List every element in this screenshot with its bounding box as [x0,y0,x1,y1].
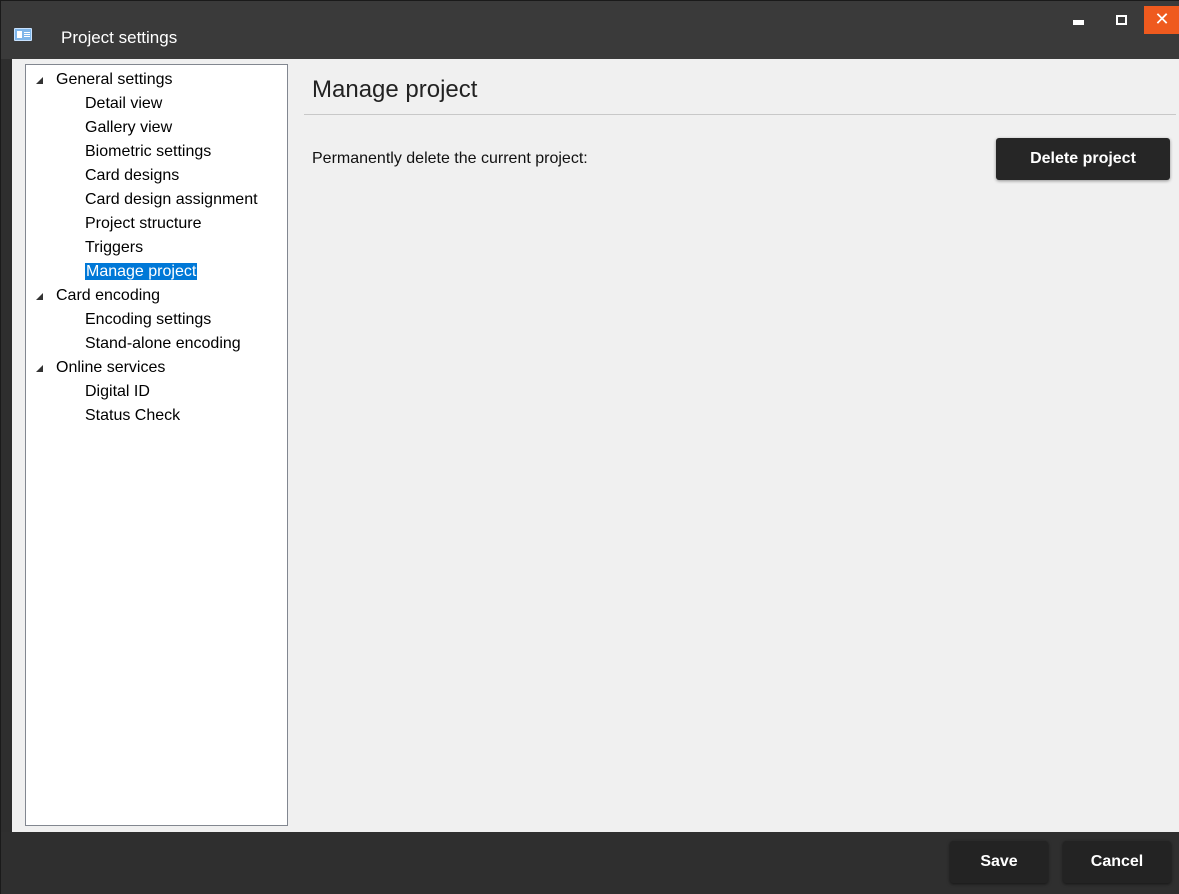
tree-item-label: Status Check [85,407,181,424]
tree-group-label: General settings [56,71,173,88]
tree-item-stand-alone-encoding[interactable]: Stand-alone encoding [26,332,287,356]
maximize-icon [1115,15,1127,25]
tree-item-card-design-assignment[interactable]: Card design assignment [26,188,287,212]
dialog-footer: Save Cancel [1,832,1179,894]
tree-item-label: Digital ID [85,383,150,400]
tree-item-label: Card designs [85,167,180,184]
tree-item-label: Project structure [85,215,202,232]
tree-item-gallery-view[interactable]: Gallery view [26,116,287,140]
expand-arrow-icon[interactable] [36,365,43,372]
tree-item-triggers[interactable]: Triggers [26,236,287,260]
tree-group-online-services[interactable]: Online services [26,356,287,380]
tree-item-label-selected: Manage project [85,263,198,280]
maximize-button[interactable] [1105,6,1137,34]
tree-item-label: Gallery view [85,119,173,136]
tree-group-label: Online services [56,359,166,376]
content-area: General settings Detail view Gallery vie… [12,59,1179,832]
tree-item-label: Stand-alone encoding [85,335,241,352]
tree-group-card-encoding[interactable]: Card encoding [26,284,287,308]
expand-arrow-icon[interactable] [36,293,43,300]
tree-group-label: Card encoding [56,287,161,304]
tree-item-encoding-settings[interactable]: Encoding settings [26,308,287,332]
tree-item-status-check[interactable]: Status Check [26,404,287,428]
minimize-button[interactable] [1062,6,1094,34]
tree-item-biometric-settings[interactable]: Biometric settings [26,140,287,164]
title-divider [304,114,1176,115]
cancel-button[interactable]: Cancel [1063,841,1171,883]
tree-item-digital-id[interactable]: Digital ID [26,380,287,404]
save-button[interactable]: Save [950,841,1048,883]
settings-tree: General settings Detail view Gallery vie… [25,64,288,826]
tree-item-label: Biometric settings [85,143,212,160]
tree-item-label: Encoding settings [85,311,212,328]
tree-item-label: Detail view [85,95,163,112]
tree-item-label: Triggers [85,239,144,256]
tree-group-general-settings[interactable]: General settings [26,68,287,92]
manage-project-panel: Manage project Permanently delete the cu… [302,59,1179,832]
window-title: Project settings [61,28,178,47]
delete-description: Permanently delete the current project: [312,150,588,167]
page-title: Manage project [312,76,478,103]
close-icon: ✕ [1154,9,1170,30]
tree-item-label: Card design assignment [85,191,258,208]
tree-item-detail-view[interactable]: Detail view [26,92,287,116]
tree-item-card-designs[interactable]: Card designs [26,164,287,188]
delete-project-button[interactable]: Delete project [996,138,1170,180]
expand-arrow-icon[interactable] [36,77,43,84]
id-card-icon [14,28,32,41]
minimize-icon [1072,19,1084,25]
tree-item-manage-project[interactable]: Manage project [26,260,287,284]
project-settings-window: Project settings ✕ General settings Deta… [0,0,1179,894]
tree-item-project-structure[interactable]: Project structure [26,212,287,236]
title-bar[interactable]: Project settings ✕ [1,1,1179,59]
close-button[interactable]: ✕ [1144,6,1179,34]
